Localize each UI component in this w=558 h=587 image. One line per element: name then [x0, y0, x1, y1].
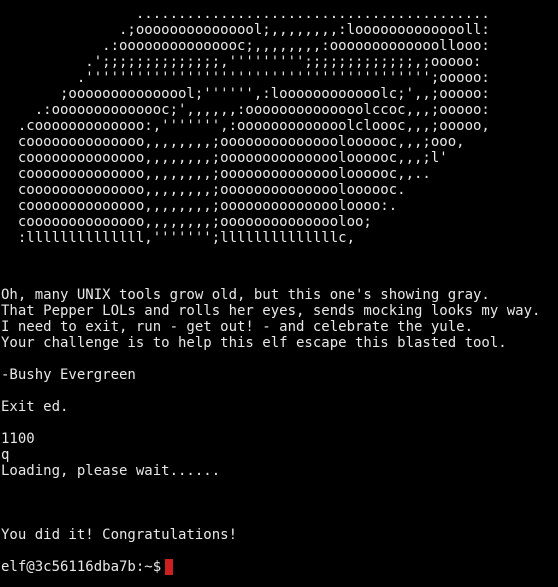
ascii-art-line: .:oooooooooooooc;',,,,,,:ooooooooooooool… [1, 102, 490, 118]
ascii-art-line: coooooooooooooo,,,,,,,,;oooooooooooooolo… [1, 198, 398, 214]
ascii-art-line: coooooooooooooo,,,,,,,,;oooooooooooooolo… [1, 134, 465, 150]
ascii-art-line: .:ooooooooooooooc;,,,,,,,,:ooooooooooooo… [1, 38, 490, 54]
ascii-art-line: coooooooooooooo,,,,,,,,;oooooooooooooolo… [1, 214, 372, 230]
ascii-art-line: .;ooooooooooooool;,,,,,,,,:loooooooooooo… [1, 22, 490, 38]
input-echo-number: 1100 [1, 431, 35, 447]
ascii-art-line: coooooooooooooo,,,,,,,,;oooooooooooooolo… [1, 150, 448, 166]
task-text: Exit ed. [1, 399, 69, 415]
poem-line-3: I need to exit, run - get out! - and cel… [1, 319, 474, 335]
poem-line-1: Oh, many UNIX tools grow old, but this o… [1, 287, 490, 303]
text-cursor[interactable] [165, 559, 174, 575]
shell-prompt: elf@3c56116dba7b:~$ [1, 559, 162, 575]
ascii-art-line: ;ooooooooooooool;'''''',:loooooooooooolc… [1, 86, 490, 102]
poem-line-4: Your challenge is to help this elf escap… [1, 335, 507, 351]
ascii-art-line: :llllllllllllll,''''''';llllllllllllllc, [1, 230, 356, 246]
command-prompt-line[interactable]: elf@3c56116dba7b:~$ [1, 558, 174, 576]
loading-text: Loading, please wait...... [1, 463, 221, 479]
terminal-window[interactable]: ........................................… [0, 0, 558, 587]
ascii-art-line: .'''''''''''''''''''''''''''''''''''''''… [1, 70, 490, 86]
poem-line-2: That Pepper LOLs and rolls her eyes, sen… [1, 303, 541, 319]
ascii-art-line: coooooooooooooo,,,,,,,,;oooooooooooooolo… [1, 166, 431, 182]
ascii-art-line: .cooooooooooooo:,''''''',:oooooooooooool… [1, 118, 490, 134]
ascii-art-line: .';;;;;;;;;;;;;;,''''''''';;;;;;;;;;;;;,… [1, 54, 482, 70]
ascii-art-line: coooooooooooooo,,,,,,,,;oooooooooooooolo… [1, 182, 406, 198]
signature: -Bushy Evergreen [1, 367, 136, 383]
success-message: You did it! Congratulations! [1, 527, 238, 543]
ascii-art-line: ........................................… [1, 6, 490, 22]
input-echo-quit: q [1, 447, 10, 463]
